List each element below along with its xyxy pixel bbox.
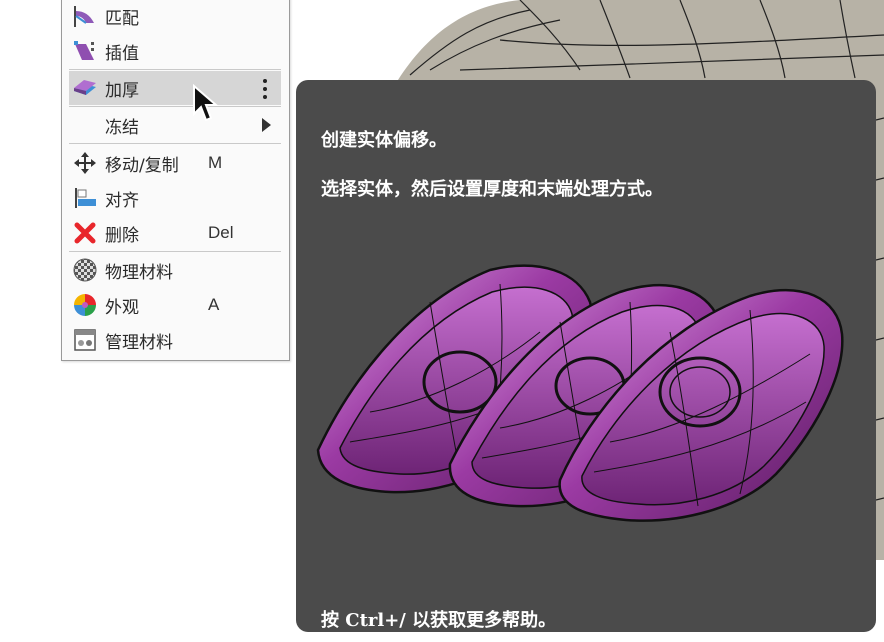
menu-item-align[interactable]: 对齐 bbox=[69, 181, 281, 215]
tooltip-description: 选择实体，然后设置厚度和末端处理方式。 bbox=[321, 179, 663, 200]
mouse-cursor-icon bbox=[193, 84, 218, 122]
align-icon bbox=[71, 184, 99, 212]
menu-item-label: 管理材料 bbox=[105, 332, 173, 353]
menu-item-shortcut: M bbox=[208, 153, 223, 172]
menu-item-label: 插值 bbox=[105, 43, 139, 64]
menu-item-label: 冻结 bbox=[105, 117, 139, 138]
thicken-icon bbox=[71, 74, 99, 102]
menu-separator bbox=[69, 69, 281, 70]
menu-item-match[interactable]: 匹配 bbox=[69, 0, 281, 33]
menu-item-interpolate[interactable]: 插值 bbox=[69, 34, 281, 68]
menu-separator bbox=[69, 106, 281, 107]
menu-item-physical-material[interactable]: 物理材料 bbox=[69, 253, 281, 287]
menu-item-label: 对齐 bbox=[105, 190, 139, 211]
menu-item-label: 加厚 bbox=[105, 80, 139, 101]
tooltip-title: 创建实体偏移。 bbox=[321, 130, 447, 151]
more-options-icon[interactable] bbox=[263, 79, 267, 99]
tooltip-help-hint: 按 Ctrl+/ 以获取更多帮助。 bbox=[321, 610, 557, 631]
thicken-preview-image bbox=[316, 264, 844, 522]
menu-item-shortcut: A bbox=[208, 295, 220, 314]
menu-item-move-copy[interactable]: 移动/复制 M bbox=[69, 146, 281, 180]
menu-item-thicken[interactable]: 加厚 bbox=[69, 71, 281, 105]
submenu-arrow-icon bbox=[262, 118, 271, 132]
context-menu: 匹配 插值 加厚 冻结 移动/复制 M 对齐 删除 Del 物理材料 外观 A … bbox=[61, 0, 290, 361]
physical-material-icon bbox=[71, 256, 99, 284]
manage-materials-icon bbox=[71, 326, 99, 354]
menu-item-label: 移动/复制 bbox=[105, 155, 179, 176]
menu-item-freeze[interactable]: 冻结 bbox=[69, 108, 281, 142]
delete-icon bbox=[71, 219, 99, 247]
move-icon bbox=[71, 149, 99, 177]
menu-item-label: 删除 bbox=[105, 225, 139, 246]
menu-separator bbox=[69, 143, 281, 144]
appearance-icon bbox=[71, 291, 99, 319]
menu-item-delete[interactable]: 删除 Del bbox=[69, 216, 281, 250]
thicken-tooltip: 创建实体偏移。 选择实体，然后设置厚度和末端处理方式。 按 Ctrl+/ 以获取… bbox=[296, 80, 876, 632]
menu-item-label: 外观 bbox=[105, 297, 139, 318]
match-icon bbox=[71, 2, 99, 30]
menu-item-manage-materials[interactable]: 管理材料 bbox=[69, 323, 281, 357]
menu-separator bbox=[69, 251, 281, 252]
interpolate-icon bbox=[71, 37, 99, 65]
menu-item-label: 物理材料 bbox=[105, 262, 173, 283]
menu-item-label: 匹配 bbox=[105, 8, 139, 29]
menu-item-appearance[interactable]: 外观 A bbox=[69, 288, 281, 322]
menu-item-shortcut: Del bbox=[208, 223, 234, 242]
